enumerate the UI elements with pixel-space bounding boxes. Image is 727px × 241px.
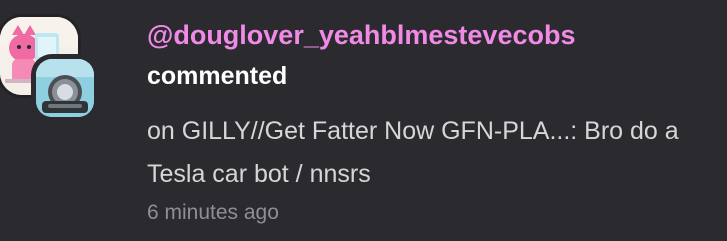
notification-action: commented [147,62,288,90]
avatar-stack[interactable] [0,13,105,117]
comment-notification[interactable]: @douglover_yeahblmestevecobs commented o… [0,0,727,241]
timestamp: 6 minutes ago [147,201,279,224]
comment-message[interactable]: on GILLY//Get Fatter Now GFN-PLA...: Bro… [147,110,707,196]
username-link[interactable]: @douglover_yeahblmestevecobs [147,20,575,51]
bot-avatar-icon[interactable] [36,59,94,117]
